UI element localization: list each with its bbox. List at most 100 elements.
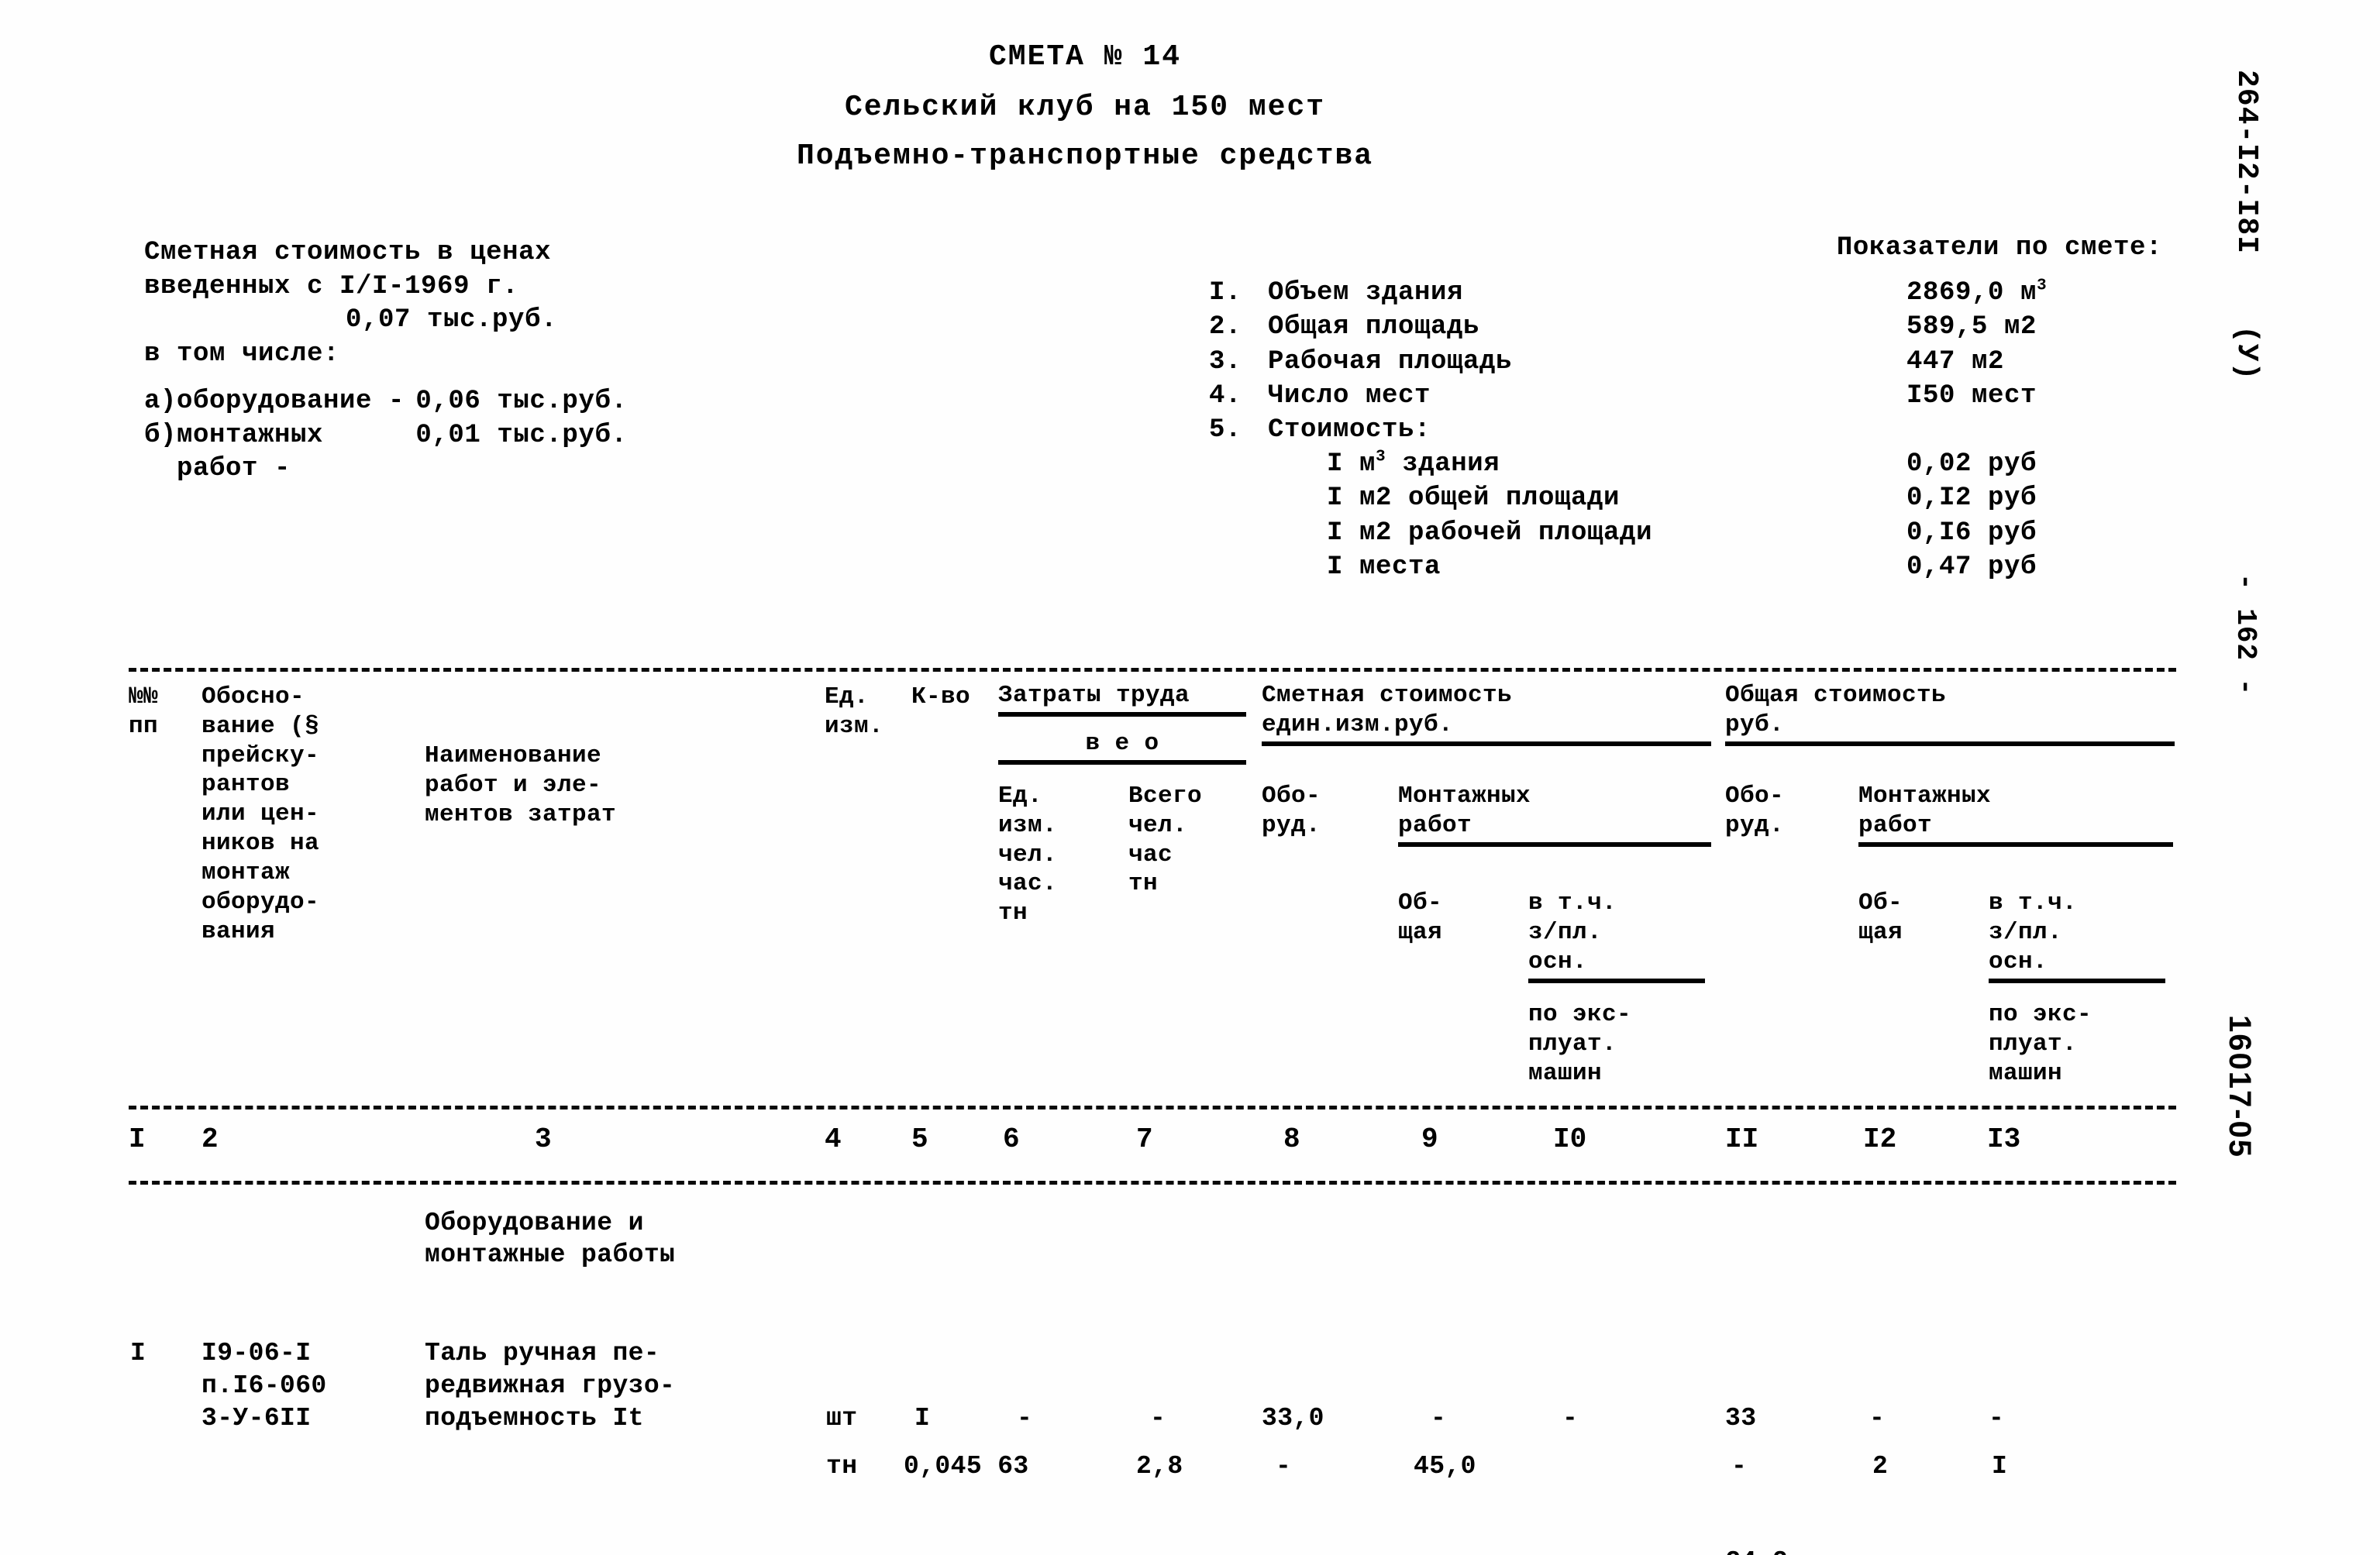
indicator-value: 447 м2 [1906,346,2005,377]
summary-item-value: 0,01 тыс.руб. [415,420,628,450]
row-a-install-sum: - [1869,1404,1886,1433]
column-header-3: Наименование работ и эле- ментов затрат [425,742,617,828]
indicator-value: I50 мест [1906,380,2037,411]
column-number-row: I 2 3 4 5 6 7 8 9 I0 II I2 I3 [129,1109,2176,1181]
indicator-superscript: 3 [1376,447,1386,466]
column-number-7: 7 [1136,1123,1153,1155]
column-header-2: Обосно- вание (§ прейску- рантов или цен… [201,683,320,945]
indicator-row: 4. Число мест I50 мест [1209,379,2162,413]
summary-item-label: оборудование - [177,387,405,417]
indicator-number: 3. [1209,346,1242,377]
row-a-labor-unit: - [1017,1404,1033,1433]
column-number-11: II [1725,1123,1759,1155]
wage-fraction-numerator: 24,2 [1679,1546,1835,1555]
row-basis-line2: п.I6-060 [201,1371,327,1400]
row-a-install-total: - [1431,1404,1447,1433]
indicator-row: 3. Рабочая площадь 447 м2 [1209,345,2162,379]
column-header-13-line3: осн. [1989,948,2165,983]
row-a-equip-unit: 33,0 [1262,1404,1324,1433]
indicator-cost-value: 0,I6 руб [1906,518,2037,548]
indicator-cost-label: I м2 общей площади [1327,483,1621,514]
indicator-cost-value: 0,02 руб [1906,449,2037,480]
indicators-heading: Показатели по смете: [1836,233,2162,263]
indicator-cost-value: 0,47 руб [1906,552,2037,582]
wage-fraction: 24,2 I,2 [1679,1483,1835,1555]
indicator-label: Рабочая площадь [1268,346,1513,377]
column-header-13-line1: в т.ч. [1989,889,2078,917]
indicator-cost-row: I м3 здания 0,02 руб [1209,447,2162,481]
indicator-row: 2. Общая площадь 589,5 м2 [1209,310,2162,344]
column-header-6: Ед. изм. чел. час. тн [998,783,1058,927]
indicator-cost-row: I м2 общей площади 0,I2 руб [1209,481,2162,515]
indicator-label: Стоимость: [1268,415,1431,445]
cost-summary-block: Сметная стоимость в ценах введенных с I/… [144,236,811,487]
document-subtitle: Сельский клуб на 150 мест [844,91,1326,124]
row-a-unit: шт [826,1404,858,1433]
row-basis-line3: 3-У-6II [201,1404,312,1433]
row-a-install-wage: - [1562,1404,1579,1433]
row-a-equip-sum: 33 [1725,1404,1757,1433]
row-a-labor-total: - [1150,1404,1166,1433]
indicator-value: 2869,0 м3 [1906,276,2048,308]
summary-item-marker: а) [144,387,177,417]
column-number-3: 3 [535,1123,552,1155]
indicator-label: Общая площадь [1268,312,1480,342]
column-header-10-line3: осн. [1528,948,1705,983]
page-number-mark: - 162 - [2230,573,2261,697]
document-variant-mark: (У) [2230,325,2263,381]
summary-item-installation: б) монтажных работ - 0,01 тыс.руб. [144,419,811,487]
row-a-quantity: I [914,1404,931,1433]
column-number-12: I2 [1863,1123,1897,1155]
indicator-value: 589,5 м2 [1906,312,2037,342]
column-number-8: 8 [1283,1123,1300,1155]
indicator-label: Объем здания [1268,278,1464,308]
column-header-12: Об- щая [1858,889,1903,946]
indicator-cost-label: I места [1327,552,1441,582]
column-header-10-line1: в т.ч. [1528,889,1617,917]
indicator-cost-value: 0,I2 руб [1906,483,2037,514]
row-b-install-wage-fraction: 24,2 I,2 [1553,1451,1835,1555]
row-name-line2: редвижная грузо- [425,1371,676,1400]
column-number-1: I [129,1123,146,1155]
column-number-13: I3 [1987,1123,2021,1155]
indicator-cost-label: I м3 здания [1327,447,1500,480]
summary-line-1: Сметная стоимость в ценах [144,238,552,267]
column-group-total-install: Монтажных работ [1858,782,2173,847]
column-header-10-line2: з/пл. [1528,919,1603,946]
table-header: №№ пп Обосно- вание (§ прейску- рантов и… [129,672,2176,1106]
page-title: СМЕТА № 14 [988,40,1182,74]
row-name-line1: Таль ручная пе- [425,1339,660,1368]
row-b-quantity: 0,045 63 [904,1452,1029,1481]
column-header-13-line6: машин [1989,1060,2063,1087]
column-group-labor-sub: в е о [998,729,1246,765]
summary-item-value: 0,06 тыс.руб. [415,387,628,417]
row-b-install-total: 45,0 [1414,1452,1476,1481]
column-header-13-line5: плуат. [1989,1030,2078,1058]
column-header-11: Обо- руд. [1725,783,1785,839]
row-b-unit: тн [826,1452,858,1481]
indicator-cost-label: I м2 рабочей площади [1327,518,1653,548]
archive-stamp-mark: 16017-05 [2223,1015,2257,1159]
row-a-install-wage-sum: - [1989,1404,2005,1433]
column-header-8: Обо- руд. [1262,783,1321,839]
summary-line-2: введенных с I/I-1969 г. [144,271,519,301]
column-number-6: 6 [1003,1123,1020,1155]
indicator-number: 2. [1209,312,1242,342]
row-b-labor-total: - [1276,1452,1292,1481]
column-number-4: 4 [825,1123,842,1155]
summary-total-value: 0,07 тыс.руб. [346,305,558,335]
indicator-row: I. Объем здания 2869,0 м3 [1209,276,2162,310]
column-header-4: Ед. изм. [825,683,884,740]
column-header-10-line4: по экс- [1528,1001,1632,1028]
column-header-10-line6: машин [1528,1060,1603,1087]
summary-breakdown-label: в том числе: [144,339,340,369]
row-basis-line1: I9-06-I [201,1339,312,1368]
indicator-number: 4. [1209,380,1242,411]
column-header-13-line4: по экс- [1989,1001,2092,1028]
column-group-install: Монтажных работ [1398,782,1711,847]
row-b-labor-unit: 2,8 [1136,1452,1183,1481]
row-name-line3: подъемность It [425,1404,644,1433]
row-b-install-wage-sum: I [1992,1452,2008,1481]
column-group-unit-cost: Сметная стоимость един.изм.руб. [1262,681,1711,746]
row-b-equip-sum: - [1731,1452,1748,1481]
